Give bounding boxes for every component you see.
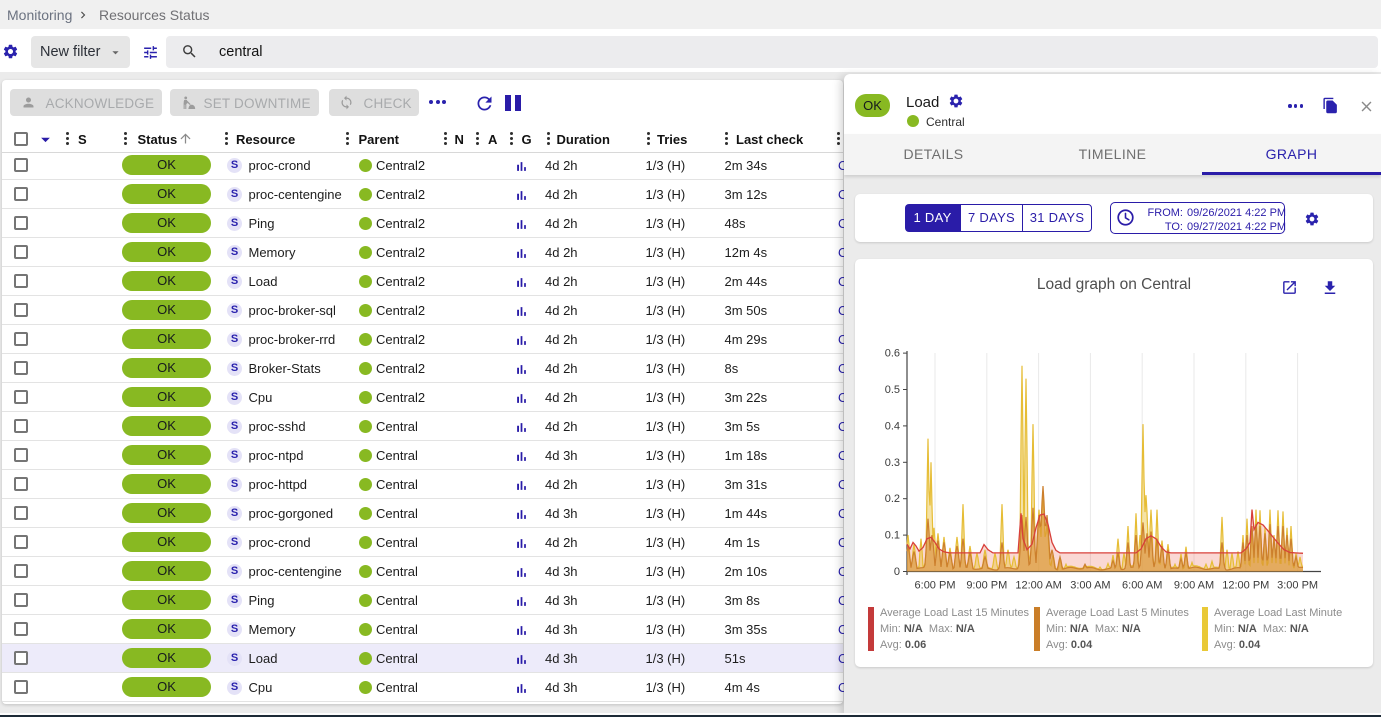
svg-text:9:00 PM: 9:00 PM	[966, 580, 1007, 592]
svg-text:3:00 AM: 3:00 AM	[1070, 580, 1110, 592]
svg-text:6:00 PM: 6:00 PM	[915, 580, 956, 592]
svg-text:9:00 AM: 9:00 AM	[1174, 580, 1214, 592]
svg-text:0.6: 0.6	[885, 348, 900, 360]
svg-text:0.2: 0.2	[885, 493, 900, 505]
svg-text:0.5: 0.5	[885, 384, 900, 396]
svg-text:12:00 PM: 12:00 PM	[1222, 580, 1269, 592]
svg-text:6:00 AM: 6:00 AM	[1122, 580, 1162, 592]
svg-text:0: 0	[894, 566, 900, 578]
svg-text:0.4: 0.4	[885, 420, 900, 432]
svg-text:0.3: 0.3	[885, 457, 900, 469]
svg-text:3:00 PM: 3:00 PM	[1277, 580, 1318, 592]
svg-text:0.1: 0.1	[885, 530, 900, 542]
svg-text:12:00 AM: 12:00 AM	[1015, 580, 1061, 592]
